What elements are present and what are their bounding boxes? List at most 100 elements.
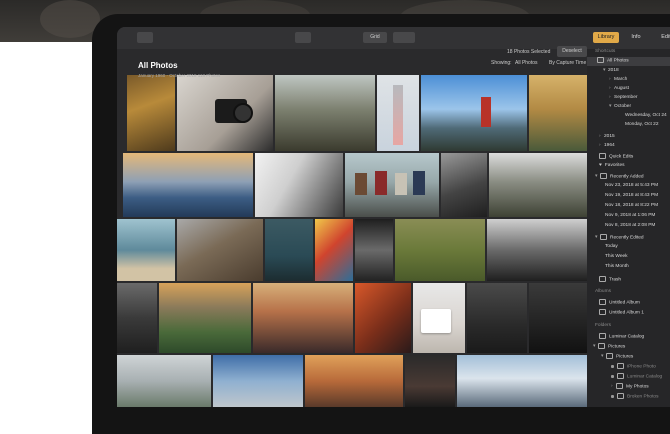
- layout-toggle-button[interactable]: [295, 32, 311, 43]
- lock-icon: [611, 364, 614, 368]
- sidebar-item-recent[interactable]: Nov 23, 2018 at 5:43 PM: [605, 183, 658, 188]
- photo-thumbnail[interactable]: [395, 219, 485, 281]
- tab-edit[interactable]: Edit: [653, 32, 670, 43]
- photo-thumbnail[interactable]: [117, 283, 157, 353]
- photo-thumbnail[interactable]: [253, 283, 353, 353]
- sidebar-item-folder[interactable]: › My Photos: [611, 383, 649, 389]
- trash-icon: [599, 276, 606, 282]
- photo-thumbnail[interactable]: [441, 153, 487, 217]
- photo-thumbnail[interactable]: [159, 283, 251, 353]
- sidebar-item-recently-edited[interactable]: ▾ Recently Edited: [595, 234, 644, 240]
- sidebar-item-folder[interactable]: Broken Photos: [611, 393, 658, 399]
- sidebar-item-folder[interactable]: Luminar Catalog: [611, 373, 662, 379]
- photo-thumbnail[interactable]: [421, 75, 527, 151]
- photo-thumbnail[interactable]: [345, 153, 439, 217]
- tab-library[interactable]: Library: [593, 32, 619, 43]
- sidebar-item-all-photos[interactable]: All Photos: [587, 57, 670, 66]
- showing-filter-select[interactable]: All Photos: [515, 60, 538, 66]
- sidebar-item-label: Pictures: [608, 344, 626, 350]
- sidebar-item-2018[interactable]: ▾ 2018: [603, 68, 619, 73]
- sidebar-item-1964[interactable]: › 1964: [599, 143, 615, 148]
- sidebar-item-recent[interactable]: Nov 9, 2018 at 1:06 PM: [605, 213, 655, 218]
- photo-thumbnail[interactable]: [265, 219, 313, 281]
- sidebar-toggle-button[interactable]: [137, 32, 153, 43]
- sidebar-item-recently-added[interactable]: ▾ Recently Added: [595, 173, 644, 179]
- photo-thumbnail[interactable]: [529, 283, 587, 353]
- view-mode-label: Grid: [370, 34, 380, 40]
- folder-icon: [616, 383, 623, 389]
- photo-thumbnail[interactable]: [413, 283, 465, 353]
- folders-header: Folders: [595, 323, 611, 328]
- photo-thumbnail[interactable]: [355, 219, 393, 281]
- lock-icon: [611, 394, 614, 398]
- sidebar-item-recent[interactable]: Nov 19, 2018 at 8:43 PM: [605, 193, 658, 198]
- sidebar-item-favorites[interactable]: ♥ Favorites: [599, 163, 625, 168]
- folder-icon: [606, 353, 613, 359]
- clock-icon: [600, 173, 607, 179]
- folder-icon: [617, 363, 624, 369]
- zoom-button[interactable]: [393, 32, 415, 43]
- photo-thumbnail[interactable]: [117, 219, 175, 281]
- sidebar-item-folder[interactable]: iPhone Photo: [611, 363, 656, 369]
- sidebar-item-september[interactable]: › September: [609, 95, 637, 100]
- photo-thumbnail[interactable]: [377, 75, 419, 151]
- photo-thumbnail[interactable]: [275, 75, 375, 151]
- sidebar-item-label: Favorites: [604, 163, 625, 168]
- photo-thumbnail[interactable]: [117, 355, 211, 407]
- deselect-button[interactable]: Deselect: [557, 46, 587, 57]
- photo-thumbnail[interactable]: [489, 153, 587, 217]
- sidebar-item-this-week[interactable]: This Week: [605, 254, 628, 259]
- photo-thumbnail[interactable]: [177, 219, 263, 281]
- sidebar-item-label: Luminar Catalog: [609, 334, 645, 340]
- folder-icon: [599, 333, 606, 339]
- sidebar-item-march[interactable]: › March: [609, 77, 627, 82]
- sidebar-item-august[interactable]: › August: [609, 86, 629, 91]
- sidebar-item-quick-edits[interactable]: Quick Edits: [599, 153, 633, 159]
- sidebar-item-label: All Photos: [607, 58, 629, 64]
- sidebar-item-label: Untitled Album: [609, 300, 640, 306]
- photo-thumbnail[interactable]: [213, 355, 303, 407]
- photo-thumbnail[interactable]: [255, 153, 343, 217]
- sidebar-item-label: Quick Edits: [609, 154, 634, 160]
- sidebar-item-label: October: [614, 104, 632, 109]
- sort-select[interactable]: By Capture Time: [549, 60, 586, 66]
- sidebar-item-recent[interactable]: Nov 8, 2018 at 2:08 PM: [605, 223, 655, 228]
- sidebar-item-label: 2018: [608, 68, 619, 73]
- sidebar-item-label: 2015: [604, 134, 615, 139]
- sidebar-item-album[interactable]: Untitled Album: [599, 299, 640, 305]
- sidebar-item-label: August: [614, 86, 629, 91]
- photo-thumbnail[interactable]: [355, 283, 411, 353]
- sidebar-item-oct-22[interactable]: Monday, Oct 22: [625, 122, 659, 127]
- sidebar-item-this-month[interactable]: This Month: [605, 264, 629, 269]
- photo-thumbnail[interactable]: [487, 219, 587, 281]
- view-mode-select[interactable]: Grid: [363, 32, 387, 43]
- lock-icon: [611, 374, 614, 378]
- sidebar-item-oct-24[interactable]: Wednesday, Oct 24: [625, 113, 667, 118]
- photo-thumbnail[interactable]: [177, 75, 273, 151]
- sidebar-item-trash[interactable]: Trash: [599, 276, 621, 282]
- sidebar-item-2015[interactable]: › 2015: [599, 134, 615, 139]
- photo-thumbnail[interactable]: [127, 75, 175, 151]
- photo-thumbnail[interactable]: [305, 355, 403, 407]
- library-header: All Photos January 1960 - October 2018 1…: [117, 46, 587, 78]
- sidebar-item-folder[interactable]: ▾ Pictures: [601, 353, 633, 359]
- app-window: Grid Library Info Edit All Photos Januar…: [117, 27, 670, 407]
- sidebar-item-today[interactable]: Today: [605, 244, 618, 249]
- sidebar-item-recent[interactable]: Nov 18, 2018 at 8:22 PM: [605, 203, 658, 208]
- photo-thumbnail[interactable]: [467, 283, 527, 353]
- photo-thumbnail[interactable]: [315, 219, 353, 281]
- photo-thumbnail[interactable]: [123, 153, 253, 217]
- photo-thumbnail[interactable]: [529, 75, 587, 151]
- photo-thumbnail[interactable]: [457, 355, 587, 407]
- tab-info[interactable]: Info: [623, 32, 649, 43]
- sidebar-item-folder[interactable]: ▾ Pictures: [593, 343, 625, 349]
- sidebar-item-label: My Photos: [626, 384, 649, 390]
- album-icon: [599, 309, 606, 315]
- sidebar-item-folder[interactable]: Luminar Catalog: [599, 333, 644, 339]
- folder-icon: [598, 343, 605, 349]
- clock-icon: [600, 234, 607, 240]
- photo-thumbnail[interactable]: [405, 355, 455, 407]
- sidebar-item-album[interactable]: Untitled Album 1: [599, 309, 644, 315]
- sidebar-item-label: March: [614, 77, 628, 82]
- sidebar-item-october[interactable]: ▾ October: [609, 104, 631, 109]
